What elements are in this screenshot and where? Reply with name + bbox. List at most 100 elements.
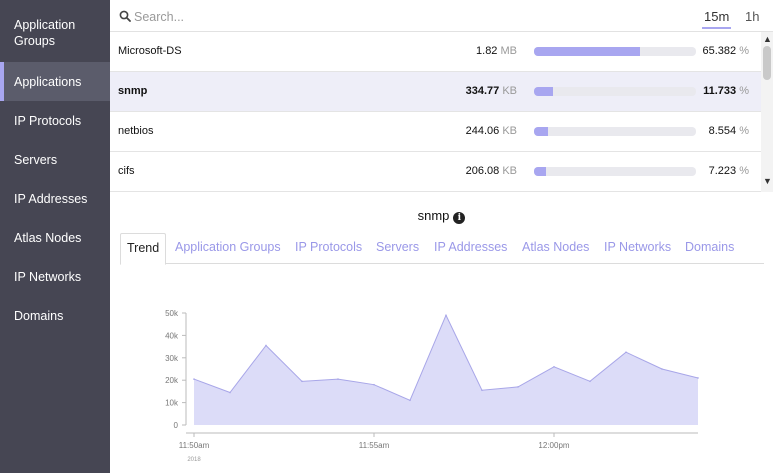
usage-bar-fill — [534, 87, 553, 96]
trend-point — [481, 389, 483, 392]
tab-ip-protocols[interactable]: IP Protocols — [295, 233, 362, 264]
detail-tabs: Trend Application Groups IP Protocols Se… — [120, 233, 764, 265]
trend-point — [301, 380, 303, 383]
row-size-value: 244.06 — [465, 125, 500, 137]
row-size-unit: MB — [500, 45, 518, 57]
sidebar-item-ip-protocols[interactable]: IP Protocols — [0, 101, 110, 140]
y-tick-label: 30k — [165, 354, 179, 363]
row-name: Microsoft-DS — [118, 45, 182, 57]
table-row[interactable]: Microsoft-DS 1.82 MB 65.382 % — [110, 32, 761, 72]
table-row[interactable]: cifs 206.08 KB 7.223 % — [110, 152, 761, 192]
sidebar-item-label: Domains — [14, 308, 64, 323]
tab-servers[interactable]: Servers — [376, 233, 419, 264]
row-size-unit: KB — [502, 85, 517, 97]
usage-bar-fill — [534, 167, 546, 176]
applications-table: Microsoft-DS 1.82 MB 65.382 % snmp 334.7… — [110, 32, 761, 192]
percent-symbol: % — [739, 165, 749, 177]
y-tick-label: 10k — [165, 399, 179, 408]
row-name: cifs — [118, 165, 135, 177]
topbar: 15m 1h — [110, 0, 773, 32]
sidebar-item-servers[interactable]: Servers — [0, 140, 110, 179]
usage-bar — [534, 47, 696, 56]
x-tick-label: 11:50am — [179, 441, 210, 450]
row-size: 1.82 MB — [476, 45, 517, 57]
percent-symbol: % — [739, 85, 749, 97]
row-size-value: 334.77 — [465, 85, 500, 97]
info-icon[interactable]: i — [453, 212, 466, 224]
tab-domains[interactable]: Domains — [685, 233, 734, 264]
trend-point — [193, 378, 195, 380]
scrollbar-thumb[interactable] — [763, 46, 771, 80]
x-tick-label: 12:00pm — [538, 441, 569, 450]
row-size-value: 1.82 — [476, 45, 498, 57]
row-percent: 65.382 % — [703, 45, 750, 57]
row-size: 334.77 KB — [466, 85, 517, 97]
sidebar-item-ip-addresses[interactable]: IP Addresses — [0, 179, 110, 218]
search-icon — [119, 10, 131, 22]
trend-point — [517, 386, 519, 388]
row-percent: 11.733 % — [703, 85, 749, 97]
trend-area — [194, 315, 698, 425]
sidebar-item-atlas-nodes[interactable]: Atlas Nodes — [0, 218, 110, 257]
usage-bar-fill — [534, 47, 640, 56]
y-tick-label: 40k — [165, 331, 179, 340]
table-row[interactable]: snmp 334.77 KB 11.733 % — [110, 72, 761, 112]
sidebar-item-ip-networks[interactable]: IP Networks — [0, 257, 110, 296]
sidebar-item-label: Servers — [14, 152, 58, 167]
tab-atlas-nodes[interactable]: Atlas Nodes — [522, 233, 589, 264]
main-panel: 15m 1h Microsoft-DS 1.82 MB 65.382 % snm… — [110, 0, 773, 473]
trend-point — [229, 391, 231, 394]
percent-symbol: % — [739, 125, 749, 137]
trend-point — [337, 378, 339, 380]
y-tick-label: 20k — [165, 376, 179, 385]
usage-bar — [534, 87, 696, 96]
sidebar-item-label: IP Addresses — [14, 191, 88, 206]
trend-point — [661, 368, 663, 370]
trend-point — [445, 314, 447, 317]
x-tick-label: 11:55am — [359, 441, 390, 450]
usage-bar — [534, 127, 696, 136]
row-percent-value: 8.554 — [708, 125, 737, 137]
row-percent: 7.223 % — [709, 165, 749, 177]
sidebar-item-label: IP Networks — [14, 269, 82, 284]
row-size-value: 206.08 — [465, 165, 500, 177]
search-input[interactable] — [134, 7, 434, 27]
row-percent-value: 11.733 — [703, 85, 737, 97]
sidebar-item-application-groups[interactable]: Application Groups — [0, 0, 110, 62]
usage-bar — [534, 167, 696, 176]
detail-title-text: snmp — [417, 208, 450, 223]
sidebar-item-label: IP Protocols — [14, 113, 82, 128]
row-size: 206.08 KB — [466, 165, 517, 177]
range-1h-button[interactable]: 1h — [745, 9, 759, 24]
percent-symbol: % — [739, 45, 749, 57]
x-tick-sublabel: 2018 — [187, 457, 201, 463]
row-size-unit: KB — [502, 165, 517, 177]
trend-point — [409, 399, 411, 402]
tab-application-groups[interactable]: Application Groups — [175, 233, 281, 264]
tab-ip-networks[interactable]: IP Networks — [604, 233, 671, 264]
trend-point — [625, 351, 627, 353]
trend-point — [553, 365, 555, 368]
sidebar-item-domains[interactable]: Domains — [0, 296, 110, 335]
chevron-down-icon[interactable]: ▼ — [763, 176, 772, 186]
sidebar: Application Groups Applications IP Proto… — [0, 0, 110, 473]
range-15m-button[interactable]: 15m — [702, 9, 732, 29]
y-tick-label: 0 — [174, 421, 179, 430]
row-percent-value: 65.382 — [702, 45, 737, 57]
sidebar-item-applications[interactable]: Applications — [0, 62, 110, 101]
sidebar-item-label: Application Groups — [14, 18, 76, 48]
row-size: 244.06 KB — [466, 125, 517, 137]
table-row[interactable]: netbios 244.06 KB 8.554 % — [110, 112, 761, 152]
detail-title: snmp i — [110, 208, 773, 224]
usage-bar-fill — [534, 127, 548, 136]
tab-ip-addresses[interactable]: IP Addresses — [434, 233, 507, 264]
tab-trend[interactable]: Trend — [120, 233, 167, 265]
row-name: netbios — [118, 125, 154, 137]
row-percent: 8.554 % — [709, 125, 749, 137]
y-tick-label: 50k — [165, 309, 179, 318]
trend-point — [265, 344, 267, 347]
table-scrollbar[interactable]: ▲ ▼ — [761, 32, 773, 192]
chevron-up-icon[interactable]: ▲ — [763, 34, 772, 44]
trend-point — [697, 377, 699, 379]
row-name: snmp — [118, 85, 148, 97]
